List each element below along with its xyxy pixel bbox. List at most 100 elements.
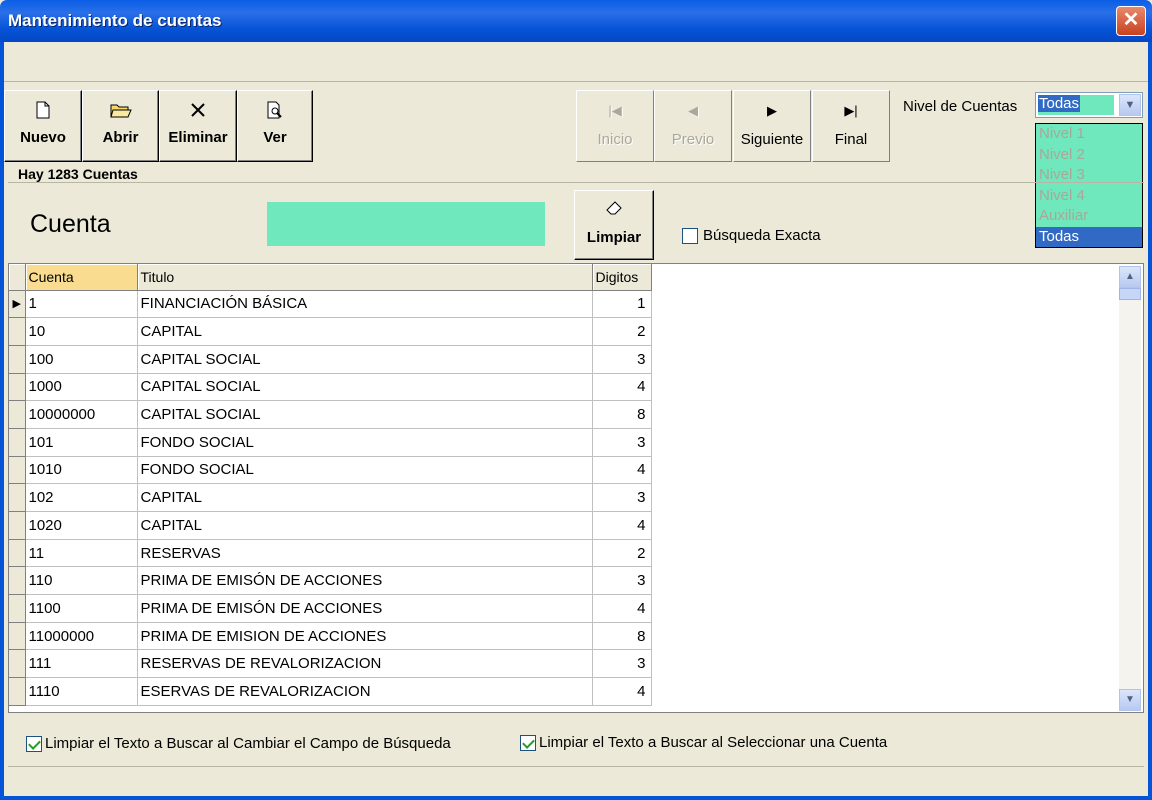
scroll-down-icon[interactable]: ▼ bbox=[1119, 689, 1141, 711]
limpiar-cambiar-option[interactable]: Limpiar el Texto a Buscar al Cambiar el … bbox=[26, 735, 451, 753]
column-header-titulo[interactable]: Titulo bbox=[137, 264, 593, 291]
cell-titulo[interactable]: FINANCIACIÓN BÁSICA bbox=[137, 290, 593, 319]
cell-digitos[interactable]: 2 bbox=[592, 539, 652, 568]
row-indicator[interactable] bbox=[9, 511, 26, 540]
cell-digitos[interactable]: 4 bbox=[592, 373, 652, 402]
cell-titulo[interactable]: RESERVAS DE REVALORIZACION bbox=[137, 649, 593, 679]
table-row[interactable]: 1020 CAPITAL 4 bbox=[9, 511, 652, 540]
nivel-cuentas-select[interactable]: Todas ▼ bbox=[1035, 92, 1143, 118]
cell-titulo[interactable]: RESERVAS bbox=[137, 539, 593, 568]
row-indicator[interactable] bbox=[9, 483, 26, 512]
cell-titulo[interactable]: CAPITAL bbox=[137, 511, 593, 540]
row-indicator[interactable] bbox=[9, 400, 26, 429]
inicio-button[interactable]: |◀ Inicio bbox=[576, 90, 654, 162]
cell-digitos[interactable]: 4 bbox=[592, 456, 652, 485]
table-row[interactable]: 10 CAPITAL 2 bbox=[9, 317, 652, 346]
table-row[interactable]: 111 RESERVAS DE REVALORIZACION 3 bbox=[9, 649, 652, 679]
row-indicator[interactable] bbox=[9, 594, 26, 623]
scroll-thumb[interactable] bbox=[1119, 288, 1141, 300]
limpiar-cambiar-checkbox[interactable] bbox=[26, 736, 42, 753]
cell-cuenta[interactable]: 102 bbox=[25, 483, 138, 512]
close-button[interactable]: ✕ bbox=[1116, 6, 1146, 36]
table-row[interactable]: 10000000 CAPITAL SOCIAL 8 bbox=[9, 400, 652, 429]
nivel-option-todas[interactable]: Todas bbox=[1036, 226, 1142, 247]
table-row[interactable]: 1100 PRIMA DE EMISÓN DE ACCIONES 4 bbox=[9, 594, 652, 623]
cell-titulo[interactable]: CAPITAL SOCIAL bbox=[137, 345, 593, 374]
cell-cuenta[interactable]: 111 bbox=[25, 649, 138, 679]
cell-cuenta[interactable]: 1020 bbox=[25, 511, 138, 540]
scroll-up-icon[interactable]: ▲ bbox=[1119, 266, 1141, 288]
cell-digitos[interactable]: 2 bbox=[592, 317, 652, 346]
busqueda-exacta-checkbox[interactable] bbox=[682, 228, 698, 245]
table-row[interactable]: 102 CAPITAL 3 bbox=[9, 483, 652, 512]
cell-cuenta[interactable]: 1000 bbox=[25, 373, 138, 402]
row-indicator[interactable] bbox=[9, 566, 26, 596]
cell-titulo[interactable]: CAPITAL bbox=[137, 317, 593, 346]
previo-button[interactable]: ◀ Previo bbox=[654, 90, 732, 162]
cell-titulo[interactable]: CAPITAL SOCIAL bbox=[137, 373, 593, 402]
cell-cuenta[interactable]: 11 bbox=[25, 539, 138, 568]
cell-titulo[interactable]: PRIMA DE EMISÓN DE ACCIONES bbox=[137, 566, 593, 596]
cell-cuenta[interactable]: 101 bbox=[25, 428, 138, 457]
cell-cuenta[interactable]: 10000000 bbox=[25, 400, 138, 429]
abrir-button[interactable]: Abrir bbox=[82, 90, 159, 162]
siguiente-button[interactable]: ▶ Siguiente bbox=[733, 90, 811, 162]
table-row[interactable]: 101 FONDO SOCIAL 3 bbox=[9, 428, 652, 457]
cell-cuenta[interactable]: 110 bbox=[25, 566, 138, 596]
row-indicator[interactable] bbox=[9, 677, 26, 706]
cell-digitos[interactable]: 3 bbox=[592, 345, 652, 374]
column-header-digitos[interactable]: Digitos bbox=[592, 264, 652, 291]
table-row[interactable]: 1110 ESERVAS DE REVALORIZACION 4 bbox=[9, 677, 652, 706]
cell-titulo[interactable]: FONDO SOCIAL bbox=[137, 428, 593, 457]
limpiar-seleccionar-option[interactable]: Limpiar el Texto a Buscar al Seleccionar… bbox=[520, 734, 887, 752]
cell-titulo[interactable]: FONDO SOCIAL bbox=[137, 456, 593, 485]
limpiar-seleccionar-checkbox[interactable] bbox=[520, 735, 536, 752]
cell-titulo[interactable]: PRIMA DE EMISÓN DE ACCIONES bbox=[137, 594, 593, 623]
vertical-scrollbar[interactable]: ▲ ▼ bbox=[1119, 266, 1141, 711]
column-header-cuenta[interactable]: Cuenta bbox=[25, 264, 138, 291]
current-row-indicator-icon[interactable]: ▶ bbox=[9, 290, 26, 319]
cell-digitos[interactable]: 3 bbox=[592, 649, 652, 679]
cuenta-search-input[interactable] bbox=[267, 202, 545, 246]
cell-titulo[interactable]: CAPITAL SOCIAL bbox=[137, 400, 593, 429]
cell-cuenta[interactable]: 1110 bbox=[25, 677, 138, 706]
cell-digitos[interactable]: 3 bbox=[592, 483, 652, 512]
cell-cuenta[interactable]: 10 bbox=[25, 317, 138, 346]
table-row[interactable]: 11000000 PRIMA DE EMISION DE ACCIONES 8 bbox=[9, 622, 652, 651]
table-row[interactable]: 110 PRIMA DE EMISÓN DE ACCIONES 3 bbox=[9, 566, 652, 596]
cell-digitos[interactable]: 4 bbox=[592, 594, 652, 623]
ver-button[interactable]: Ver bbox=[237, 90, 313, 162]
limpiar-button[interactable]: Limpiar bbox=[574, 190, 654, 260]
row-indicator[interactable] bbox=[9, 539, 26, 568]
cell-digitos[interactable]: 4 bbox=[592, 677, 652, 706]
nivel-option-4[interactable]: Nivel 4 bbox=[1036, 186, 1142, 207]
row-indicator[interactable] bbox=[9, 456, 26, 485]
table-row[interactable]: 1000 CAPITAL SOCIAL 4 bbox=[9, 373, 652, 402]
eliminar-button[interactable]: Eliminar bbox=[159, 90, 237, 162]
table-row[interactable]: 11 RESERVAS 2 bbox=[9, 539, 652, 568]
table-row[interactable]: 1010 FONDO SOCIAL 4 bbox=[9, 456, 652, 485]
busqueda-exacta-option[interactable]: Búsqueda Exacta bbox=[682, 227, 821, 245]
nuevo-button[interactable]: Nuevo bbox=[4, 90, 82, 162]
cell-digitos[interactable]: 8 bbox=[592, 622, 652, 651]
row-indicator[interactable] bbox=[9, 428, 26, 457]
nivel-option-2[interactable]: Nivel 2 bbox=[1036, 145, 1142, 166]
cell-digitos[interactable]: 3 bbox=[592, 428, 652, 457]
cell-titulo[interactable]: PRIMA DE EMISION DE ACCIONES bbox=[137, 622, 593, 651]
cell-digitos[interactable]: 3 bbox=[592, 566, 652, 596]
table-row[interactable]: 100 CAPITAL SOCIAL 3 bbox=[9, 345, 652, 374]
final-button[interactable]: ▶| Final bbox=[812, 90, 890, 162]
cell-cuenta[interactable]: 1100 bbox=[25, 594, 138, 623]
cell-titulo[interactable]: CAPITAL bbox=[137, 483, 593, 512]
cell-titulo[interactable]: ESERVAS DE REVALORIZACION bbox=[137, 677, 593, 706]
cell-cuenta[interactable]: 11000000 bbox=[25, 622, 138, 651]
cell-cuenta[interactable]: 1 bbox=[25, 290, 138, 319]
table-row[interactable]: ▶ 1 FINANCIACIÓN BÁSICA 1 bbox=[9, 290, 652, 319]
row-indicator[interactable] bbox=[9, 345, 26, 374]
cell-digitos[interactable]: 8 bbox=[592, 400, 652, 429]
cell-digitos[interactable]: 1 bbox=[592, 290, 652, 319]
nivel-option-auxiliar[interactable]: Auxiliar bbox=[1036, 206, 1142, 227]
cell-cuenta[interactable]: 1010 bbox=[25, 456, 138, 485]
row-indicator[interactable] bbox=[9, 649, 26, 679]
chevron-down-icon[interactable]: ▼ bbox=[1119, 94, 1141, 116]
